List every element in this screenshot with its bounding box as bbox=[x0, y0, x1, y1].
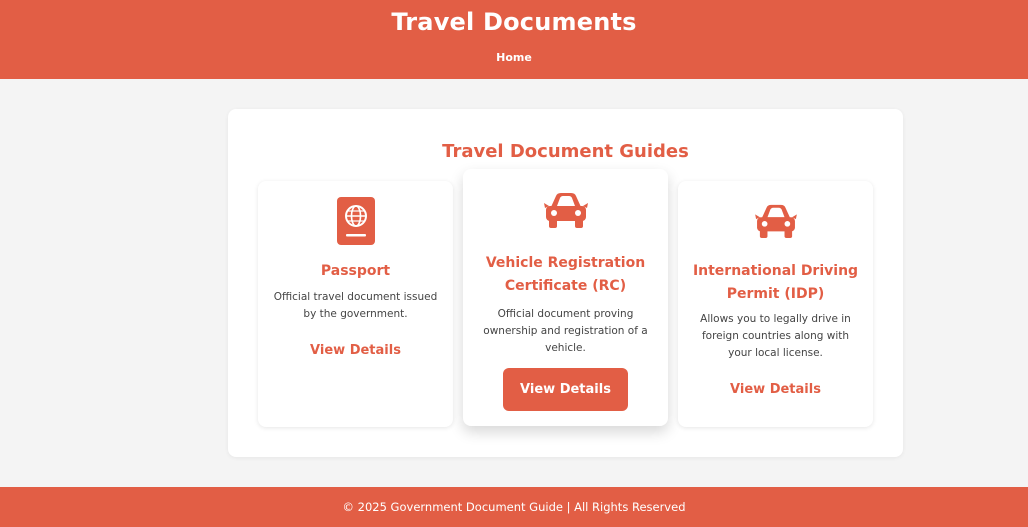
card-vehicle-registration: Vehicle Registration Certificate (RC) Of… bbox=[463, 169, 668, 426]
passport-icon bbox=[258, 197, 453, 245]
card-title: Passport bbox=[320, 263, 391, 279]
card-description: Official travel document issued by the g… bbox=[273, 291, 438, 320]
card-title: International Driving Permit (IDP) bbox=[692, 263, 859, 302]
section-title: Travel Document Guides bbox=[442, 141, 689, 162]
nav-home-link[interactable]: Home bbox=[0, 51, 1028, 64]
card-description: Official document proving ownership and … bbox=[483, 308, 648, 354]
guides-panel: Travel Document Guides Passport Official… bbox=[228, 109, 903, 457]
car-icon bbox=[678, 203, 873, 239]
card-international-driving-permit: International Driving Permit (IDP) Allow… bbox=[678, 181, 873, 427]
view-details-link[interactable]: View Details bbox=[678, 382, 873, 397]
page-title: Travel Documents bbox=[391, 8, 637, 36]
site-header: Travel Documents Home bbox=[0, 0, 1028, 79]
site-footer: © 2025 Government Document Guide | All R… bbox=[0, 487, 1028, 527]
card-title: Vehicle Registration Certificate (RC) bbox=[485, 255, 646, 294]
view-details-button[interactable]: View Details bbox=[503, 368, 628, 411]
car-icon bbox=[463, 191, 668, 229]
card-description: Allows you to legally drive in foreign c… bbox=[700, 313, 851, 359]
view-details-link[interactable]: View Details bbox=[258, 343, 453, 358]
card-passport: Passport Official travel document issued… bbox=[258, 181, 453, 427]
